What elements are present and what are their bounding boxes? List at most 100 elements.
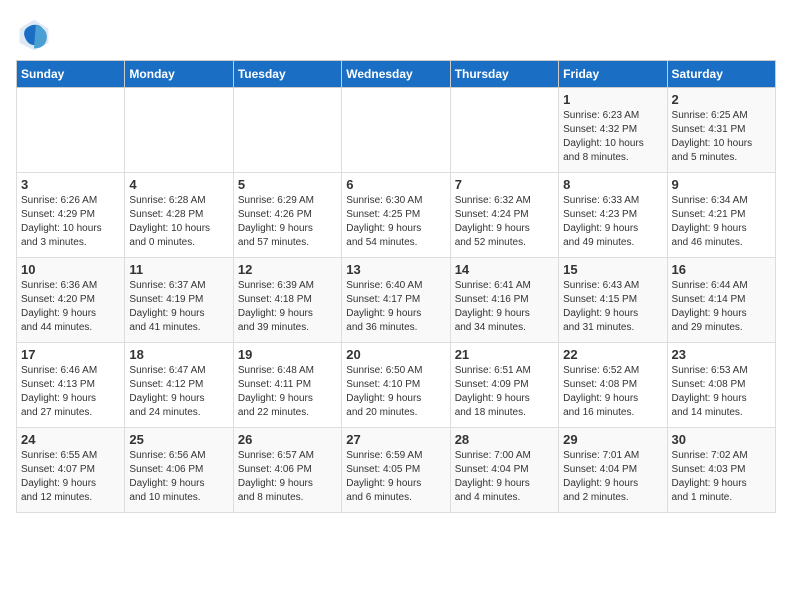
calendar-cell (17, 88, 125, 173)
day-detail: Sunrise: 6:37 AM Sunset: 4:19 PM Dayligh… (129, 279, 228, 335)
col-header-thursday: Thursday (450, 61, 558, 88)
calendar-cell: 9 Sunrise: 6:34 AM Sunset: 4:21 PM Daylig… (667, 173, 775, 258)
calendar-cell: 27 Sunrise: 6:59 AM Sunset: 4:05 PM Dayli… (342, 428, 450, 513)
day-detail: Sunrise: 6:57 AM Sunset: 4:06 PM Dayligh… (238, 449, 337, 505)
calendar-cell: 3 Sunrise: 6:26 AM Sunset: 4:29 PM Daylig… (17, 173, 125, 258)
day-detail: Sunrise: 6:53 AM Sunset: 4:08 PM Dayligh… (672, 364, 771, 420)
day-detail: Sunrise: 6:59 AM Sunset: 4:05 PM Dayligh… (346, 449, 445, 505)
day-detail: Sunrise: 6:46 AM Sunset: 4:13 PM Dayligh… (21, 364, 120, 420)
calendar-cell: 7 Sunrise: 6:32 AM Sunset: 4:24 PM Daylig… (450, 173, 558, 258)
day-detail: Sunrise: 6:41 AM Sunset: 4:16 PM Dayligh… (455, 279, 554, 335)
calendar-cell: 6 Sunrise: 6:30 AM Sunset: 4:25 PM Daylig… (342, 173, 450, 258)
day-number: 18 (129, 347, 228, 362)
day-detail: Sunrise: 6:43 AM Sunset: 4:15 PM Dayligh… (563, 279, 662, 335)
day-number: 9 (672, 177, 771, 192)
calendar-cell: 2 Sunrise: 6:25 AM Sunset: 4:31 PM Daylig… (667, 88, 775, 173)
day-number: 17 (21, 347, 120, 362)
day-number: 6 (346, 177, 445, 192)
calendar-cell: 4 Sunrise: 6:28 AM Sunset: 4:28 PM Daylig… (125, 173, 233, 258)
day-detail: Sunrise: 6:29 AM Sunset: 4:26 PM Dayligh… (238, 194, 337, 250)
day-detail: Sunrise: 7:01 AM Sunset: 4:04 PM Dayligh… (563, 449, 662, 505)
calendar-cell: 17 Sunrise: 6:46 AM Sunset: 4:13 PM Dayli… (17, 343, 125, 428)
calendar-cell: 28 Sunrise: 7:00 AM Sunset: 4:04 PM Dayli… (450, 428, 558, 513)
day-number: 5 (238, 177, 337, 192)
day-detail: Sunrise: 6:56 AM Sunset: 4:06 PM Dayligh… (129, 449, 228, 505)
calendar-cell: 14 Sunrise: 6:41 AM Sunset: 4:16 PM Dayli… (450, 258, 558, 343)
day-number: 26 (238, 432, 337, 447)
calendar-cell (450, 88, 558, 173)
day-number: 28 (455, 432, 554, 447)
col-header-tuesday: Tuesday (233, 61, 341, 88)
day-number: 20 (346, 347, 445, 362)
calendar-cell: 29 Sunrise: 7:01 AM Sunset: 4:04 PM Dayli… (559, 428, 667, 513)
day-detail: Sunrise: 6:51 AM Sunset: 4:09 PM Dayligh… (455, 364, 554, 420)
day-number: 25 (129, 432, 228, 447)
day-number: 23 (672, 347, 771, 362)
calendar-cell (342, 88, 450, 173)
calendar-cell: 13 Sunrise: 6:40 AM Sunset: 4:17 PM Dayli… (342, 258, 450, 343)
day-detail: Sunrise: 6:34 AM Sunset: 4:21 PM Dayligh… (672, 194, 771, 250)
day-detail: Sunrise: 6:52 AM Sunset: 4:08 PM Dayligh… (563, 364, 662, 420)
day-number: 16 (672, 262, 771, 277)
day-detail: Sunrise: 6:28 AM Sunset: 4:28 PM Dayligh… (129, 194, 228, 250)
day-number: 12 (238, 262, 337, 277)
page-header (16, 16, 776, 52)
logo-icon (16, 16, 52, 52)
calendar-cell (125, 88, 233, 173)
calendar-cell (233, 88, 341, 173)
day-detail: Sunrise: 6:23 AM Sunset: 4:32 PM Dayligh… (563, 109, 662, 165)
day-detail: Sunrise: 6:47 AM Sunset: 4:12 PM Dayligh… (129, 364, 228, 420)
day-detail: Sunrise: 6:26 AM Sunset: 4:29 PM Dayligh… (21, 194, 120, 250)
day-number: 10 (21, 262, 120, 277)
day-detail: Sunrise: 6:30 AM Sunset: 4:25 PM Dayligh… (346, 194, 445, 250)
calendar-cell: 10 Sunrise: 6:36 AM Sunset: 4:20 PM Dayli… (17, 258, 125, 343)
day-detail: Sunrise: 7:00 AM Sunset: 4:04 PM Dayligh… (455, 449, 554, 505)
calendar-cell: 8 Sunrise: 6:33 AM Sunset: 4:23 PM Daylig… (559, 173, 667, 258)
day-detail: Sunrise: 6:40 AM Sunset: 4:17 PM Dayligh… (346, 279, 445, 335)
calendar-cell: 15Sunrise: 6:43 AM Sunset: 4:15 PM Dayli… (559, 258, 667, 343)
day-number: 24 (21, 432, 120, 447)
day-number: 27 (346, 432, 445, 447)
day-number: 14 (455, 262, 554, 277)
col-header-monday: Monday (125, 61, 233, 88)
day-number: 22 (563, 347, 662, 362)
calendar-cell: 16 Sunrise: 6:44 AM Sunset: 4:14 PM Dayli… (667, 258, 775, 343)
calendar-cell: 5 Sunrise: 6:29 AM Sunset: 4:26 PM Daylig… (233, 173, 341, 258)
calendar-cell: 11 Sunrise: 6:37 AM Sunset: 4:19 PM Dayli… (125, 258, 233, 343)
col-header-sunday: Sunday (17, 61, 125, 88)
day-detail: Sunrise: 6:36 AM Sunset: 4:20 PM Dayligh… (21, 279, 120, 335)
day-number: 13 (346, 262, 445, 277)
calendar-cell: 18 Sunrise: 6:47 AM Sunset: 4:12 PM Dayli… (125, 343, 233, 428)
day-detail: Sunrise: 6:44 AM Sunset: 4:14 PM Dayligh… (672, 279, 771, 335)
day-detail: Sunrise: 7:02 AM Sunset: 4:03 PM Dayligh… (672, 449, 771, 505)
day-number: 29 (563, 432, 662, 447)
day-number: 2 (672, 92, 771, 107)
day-detail: Sunrise: 6:32 AM Sunset: 4:24 PM Dayligh… (455, 194, 554, 250)
calendar-cell: 21Sunrise: 6:51 AM Sunset: 4:09 PM Dayli… (450, 343, 558, 428)
calendar-cell: 20 Sunrise: 6:50 AM Sunset: 4:10 PM Dayli… (342, 343, 450, 428)
calendar-cell: 19 Sunrise: 6:48 AM Sunset: 4:11 PM Dayli… (233, 343, 341, 428)
day-number: 1 (563, 92, 662, 107)
day-detail: Sunrise: 6:50 AM Sunset: 4:10 PM Dayligh… (346, 364, 445, 420)
day-number: 8 (563, 177, 662, 192)
calendar-cell: 22 Sunrise: 6:52 AM Sunset: 4:08 PM Dayli… (559, 343, 667, 428)
calendar-cell: 24 Sunrise: 6:55 AM Sunset: 4:07 PM Dayli… (17, 428, 125, 513)
day-number: 19 (238, 347, 337, 362)
calendar-cell: 30 Sunrise: 7:02 AM Sunset: 4:03 PM Dayli… (667, 428, 775, 513)
day-detail: Sunrise: 6:48 AM Sunset: 4:11 PM Dayligh… (238, 364, 337, 420)
day-number: 3 (21, 177, 120, 192)
day-detail: Sunrise: 6:33 AM Sunset: 4:23 PM Dayligh… (563, 194, 662, 250)
col-header-friday: Friday (559, 61, 667, 88)
calendar-cell: 26 Sunrise: 6:57 AM Sunset: 4:06 PM Dayli… (233, 428, 341, 513)
day-number: 30 (672, 432, 771, 447)
calendar-cell: 23 Sunrise: 6:53 AM Sunset: 4:08 PM Dayli… (667, 343, 775, 428)
day-detail: Sunrise: 6:25 AM Sunset: 4:31 PM Dayligh… (672, 109, 771, 165)
day-number: 11 (129, 262, 228, 277)
col-header-wednesday: Wednesday (342, 61, 450, 88)
col-header-saturday: Saturday (667, 61, 775, 88)
day-number: 4 (129, 177, 228, 192)
logo (16, 16, 56, 52)
day-detail: Sunrise: 6:55 AM Sunset: 4:07 PM Dayligh… (21, 449, 120, 505)
day-number: 7 (455, 177, 554, 192)
day-detail: Sunrise: 6:39 AM Sunset: 4:18 PM Dayligh… (238, 279, 337, 335)
